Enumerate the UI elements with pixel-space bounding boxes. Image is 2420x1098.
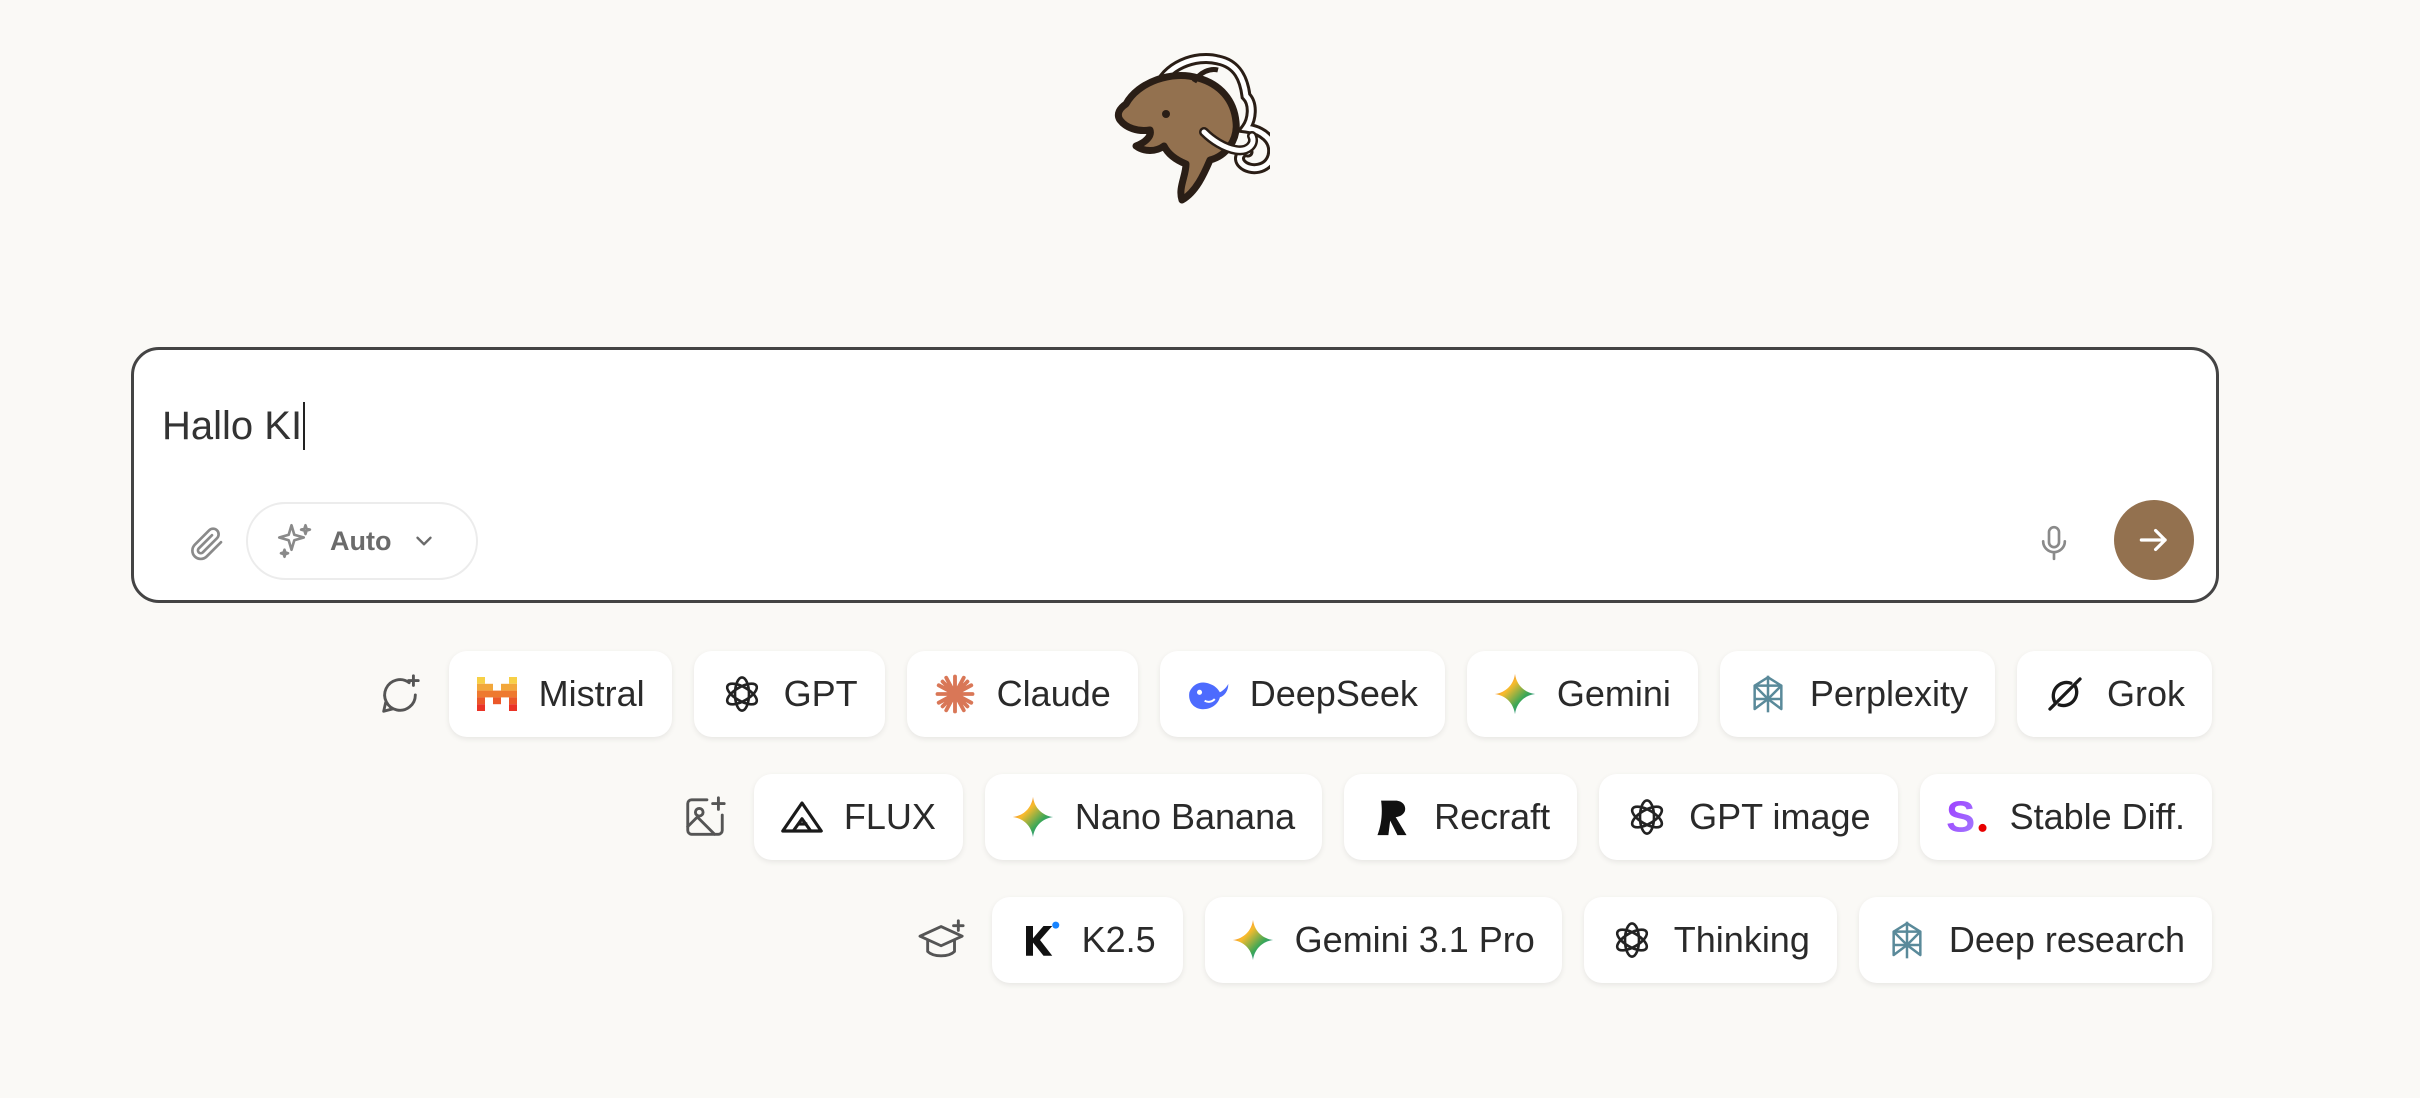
model-chip-stable-diffusion[interactable]: S Stable Diff. [1919, 774, 2212, 860]
gemini-icon [1493, 672, 1537, 716]
model-chip-mistral[interactable]: Mistral [448, 651, 672, 737]
page: Hallo KI Auto Mistral GPT Claude DeepSee… [0, 0, 2420, 1098]
model-chip-label: GPT image [1689, 796, 1871, 837]
paperclip-icon [191, 527, 223, 561]
attach-button[interactable] [176, 513, 236, 573]
model-chip-label: Nano Banana [1074, 796, 1296, 837]
send-button[interactable] [2114, 500, 2194, 580]
model-chip-label: GPT [783, 673, 858, 714]
recraft-icon [1370, 795, 1414, 839]
model-chip-grok[interactable]: Grok [2016, 651, 2212, 737]
model-chip-label: Gemini 3.1 Pro [1294, 919, 1535, 960]
model-chip-label: Stable Diff. [2009, 796, 2185, 837]
model-chip-label: FLUX [843, 796, 936, 837]
image-models-row: FLUX Nano Banana Recraft GPT image S Sta… [680, 774, 2212, 860]
grok-icon [2043, 672, 2087, 716]
arrow-right-icon [2139, 528, 2167, 552]
perplexity-icon [1746, 672, 1790, 716]
claude-icon [933, 672, 977, 716]
image-plus-icon [680, 792, 730, 842]
model-chip-nano-banana[interactable]: Nano Banana [984, 774, 1323, 860]
model-chip-perplexity[interactable]: Perplexity [1719, 651, 1995, 737]
model-chip-label: Deep research [1948, 919, 2185, 960]
openai-icon [1610, 918, 1654, 962]
prompt-composer[interactable]: Hallo KI Auto [131, 347, 2219, 603]
mode-label: Auto [330, 525, 392, 556]
model-chip-flux[interactable]: FLUX [753, 774, 963, 860]
deepseek-icon [1186, 672, 1230, 716]
model-chip-thinking[interactable]: Thinking [1583, 897, 1837, 983]
model-chip-gpt-image[interactable]: GPT image [1599, 774, 1898, 860]
model-chip-label: K2.5 [1081, 919, 1156, 960]
prompt-input[interactable]: Hallo KI [162, 402, 306, 450]
chat-plus-icon [375, 669, 425, 719]
mammoth-logo-icon [1086, 48, 1279, 208]
text-caret [303, 402, 306, 450]
model-chip-label: Grok [2106, 673, 2185, 714]
kimi-icon [1018, 918, 1062, 962]
model-chip-label: Claude [996, 673, 1111, 714]
stability-icon: S [1946, 795, 1990, 839]
model-chip-label: DeepSeek [1249, 673, 1418, 714]
model-chip-claude[interactable]: Claude [906, 651, 1138, 737]
gemini-icon [1231, 918, 1275, 962]
model-mode-dropdown[interactable]: Auto [246, 502, 478, 580]
graduation-cap-icon [918, 915, 968, 965]
model-chip-label: Gemini [1556, 673, 1671, 714]
flux-icon [780, 795, 824, 839]
model-chip-gpt[interactable]: GPT [693, 651, 885, 737]
prompt-input-text: Hallo KI [162, 403, 303, 448]
chevron-down-icon [416, 536, 433, 546]
model-chip-deepseek[interactable]: DeepSeek [1159, 651, 1445, 737]
model-chip-label: Mistral [538, 673, 645, 714]
model-chip-gemini[interactable]: Gemini [1466, 651, 1698, 737]
model-chip-label: Thinking [1673, 919, 1810, 960]
model-chip-recraft[interactable]: Recraft [1344, 774, 1578, 860]
model-chip-k2-5[interactable]: K2.5 [991, 897, 1183, 983]
openai-icon [720, 672, 764, 716]
mistral-icon [475, 672, 519, 716]
openai-icon [1625, 795, 1669, 839]
gemini-icon [1011, 795, 1055, 839]
sparkles-icon [277, 523, 312, 559]
model-chip-gemini-3-1-pro[interactable]: Gemini 3.1 Pro [1204, 897, 1562, 983]
reasoning-models-row: K2.5 Gemini 3.1 Pro Thinking Deep resear… [918, 897, 2212, 983]
microphone-button[interactable] [2024, 513, 2084, 573]
perplexity-icon [1885, 918, 1929, 962]
model-chip-deep-research[interactable]: Deep research [1858, 897, 2212, 983]
svg-text:S: S [1946, 797, 1975, 837]
microphone-icon [2041, 525, 2067, 561]
chat-models-row: Mistral GPT Claude DeepSeek Gemini Perpl… [375, 651, 2212, 737]
model-chip-label: Recraft [1434, 796, 1551, 837]
model-chip-label: Perplexity [1809, 673, 1968, 714]
